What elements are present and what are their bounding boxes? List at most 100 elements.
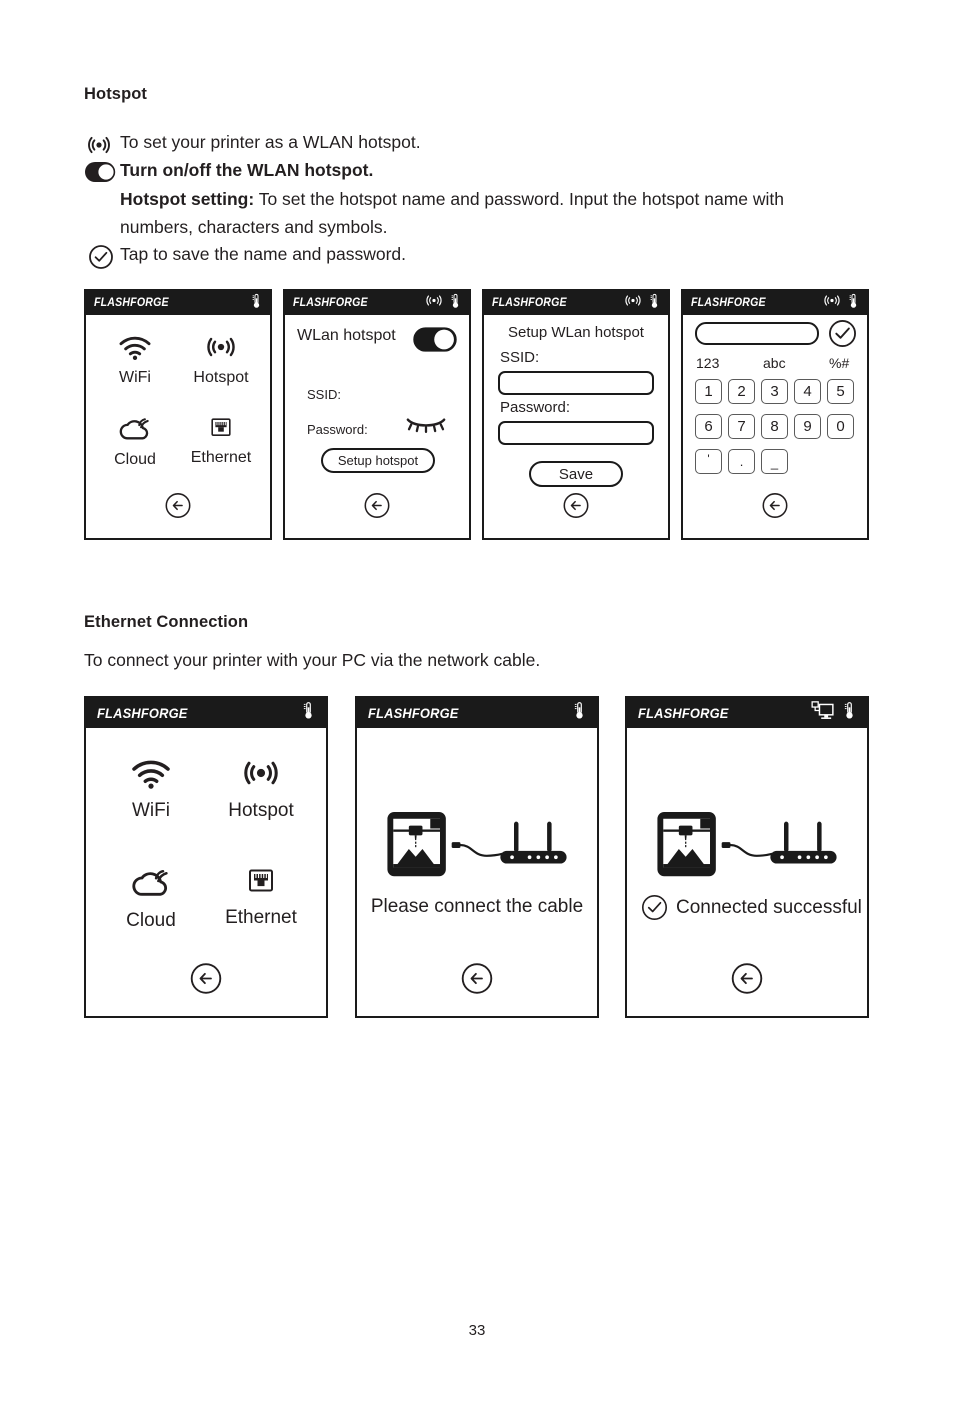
- flashforge-logo: FLASHFORGE: [94, 297, 169, 309]
- tile-label: Cloud: [126, 909, 176, 931]
- titlebar: FLASHFORGE: [627, 698, 867, 728]
- back-button[interactable]: [762, 492, 789, 524]
- flashforge-logo: FLASHFORGE: [492, 297, 567, 309]
- back-button[interactable]: [731, 962, 764, 1000]
- network-tiles: WiFi Hotspot Cloud Ethernet: [92, 333, 264, 469]
- hotspot-setting-line-2: numbers, characters and symbols.: [120, 217, 388, 237]
- key-5[interactable]: 5: [827, 379, 854, 404]
- ethernet-port-icon: [205, 415, 237, 446]
- key-2[interactable]: 2: [728, 379, 755, 404]
- key-0[interactable]: 0: [827, 414, 854, 439]
- status-icons: [251, 293, 262, 314]
- key-3[interactable]: 3: [761, 379, 788, 404]
- hotspot-signal-icon: [202, 333, 240, 366]
- check-circle-icon[interactable]: [828, 319, 857, 353]
- screen-network-menu: FLASHFORGE WiFi Hotspot Cloud Ethernet: [84, 289, 272, 540]
- tile-wifi[interactable]: WiFi: [96, 756, 206, 821]
- page-number: 33: [468, 1322, 486, 1339]
- key-apostrophe[interactable]: ': [695, 449, 722, 474]
- password-input[interactable]: [498, 421, 654, 445]
- ssid-label: SSID:: [500, 349, 540, 366]
- flashforge-logo: FLASHFORGE: [691, 297, 766, 309]
- keypad-mode-symbols[interactable]: %#: [829, 355, 849, 371]
- status-icons: [573, 701, 586, 725]
- tile-ethernet[interactable]: Ethernet: [178, 415, 264, 469]
- back-button[interactable]: [461, 962, 494, 1000]
- tile-hotspot[interactable]: Hotspot: [206, 756, 316, 821]
- check-circle-icon: [88, 244, 114, 270]
- tile-label: WiFi: [132, 800, 170, 821]
- status-icons: [302, 701, 315, 725]
- titlebar: FLASHFORGE: [484, 291, 668, 315]
- section-heading-hotspot: Hotspot: [84, 85, 148, 103]
- thermometer-icon: [843, 701, 856, 725]
- setup-hotspot-button[interactable]: Setup hotspot: [321, 448, 435, 473]
- tile-label: Hotspot: [193, 369, 249, 386]
- key-8[interactable]: 8: [761, 414, 788, 439]
- hotspot-signal-icon: [238, 756, 284, 795]
- password-label: Password:: [307, 422, 368, 437]
- back-button[interactable]: [190, 962, 223, 1000]
- key-period[interactable]: .: [728, 449, 755, 474]
- wifi-icon: [116, 333, 154, 366]
- key-9[interactable]: 9: [794, 414, 821, 439]
- screen-setup-wlan-hotspot: FLASHFORGE Setup WLan hotspot SSID: Pass…: [482, 289, 670, 540]
- screen-title: Setup WLan hotspot: [508, 324, 644, 341]
- keypad-input[interactable]: [695, 322, 819, 345]
- screen-wlan-hotspot: FLASHFORGE WLan hotspot SSID: Password: …: [283, 289, 471, 540]
- hotspot-desc-line-2: Turn on/off the WLAN hotspot.: [120, 160, 374, 180]
- flashforge-logo: FLASHFORGE: [368, 705, 459, 721]
- tile-label: Ethernet: [190, 448, 252, 466]
- key-7[interactable]: 7: [728, 414, 755, 439]
- ssid-input[interactable]: [498, 371, 654, 395]
- ethernet-port-icon: [241, 866, 281, 902]
- titlebar: FLASHFORGE: [357, 698, 597, 728]
- keypad-mode-abc[interactable]: abc: [763, 355, 786, 371]
- password-label: Password:: [500, 399, 571, 416]
- eye-off-icon[interactable]: [405, 413, 447, 440]
- manual-page: Hotspot To set your printer as a WLAN ho…: [0, 0, 954, 1412]
- thermometer-icon: [450, 293, 461, 314]
- ssid-label: SSID:: [307, 387, 341, 402]
- back-button[interactable]: [165, 492, 192, 524]
- toggle-icon: [84, 161, 116, 183]
- key-4[interactable]: 4: [794, 379, 821, 404]
- tile-cloud[interactable]: Cloud: [96, 866, 206, 931]
- tile-cloud[interactable]: Cloud: [92, 415, 178, 469]
- tile-hotspot[interactable]: Hotspot: [178, 333, 264, 387]
- screen-keypad: FLASHFORGE 123 abc %# 1 2 3 4 5 6 7 8 9 …: [681, 289, 869, 540]
- status-icons: [822, 293, 859, 314]
- keypad-mode-123[interactable]: 123: [696, 355, 719, 371]
- thermometer-icon: [573, 701, 586, 725]
- check-circle-icon: [641, 894, 668, 921]
- back-button[interactable]: [364, 492, 391, 524]
- back-button[interactable]: [563, 492, 590, 524]
- key-underscore[interactable]: _: [761, 449, 788, 474]
- wifi-icon: [128, 756, 174, 795]
- tile-label: Cloud: [114, 450, 156, 468]
- hotspot-desc-line-5: Tap to save the name and password.: [120, 244, 407, 264]
- flashforge-logo: FLASHFORGE: [638, 705, 729, 721]
- hotspot-signal-icon: [86, 132, 112, 158]
- screen-connected-successful: FLASHFORGE Connected successful: [625, 696, 869, 1018]
- cloud-icon: [128, 866, 174, 905]
- thermometer-icon: [251, 293, 262, 314]
- printer-router-cable-illustration: [379, 810, 575, 889]
- caption-text: Please connect the cable: [370, 896, 584, 917]
- wlan-hotspot-toggle[interactable]: [413, 327, 457, 357]
- hotspot-setting-line: Hotspot setting: To set the hotspot name…: [120, 189, 784, 210]
- section-heading-ethernet: Ethernet Connection: [84, 613, 249, 631]
- key-6[interactable]: 6: [695, 414, 722, 439]
- screen-title: WLan hotspot: [297, 327, 396, 344]
- key-1[interactable]: 1: [695, 379, 722, 404]
- tile-ethernet[interactable]: Ethernet: [206, 866, 316, 931]
- tile-wifi[interactable]: WiFi: [92, 333, 178, 387]
- thermometer-icon: [649, 293, 660, 314]
- network-tiles: WiFi Hotspot Cloud Ethernet: [96, 756, 316, 931]
- status-icons: [623, 293, 660, 314]
- hotspot-signal-icon: [623, 293, 643, 313]
- save-button[interactable]: Save: [529, 461, 623, 487]
- ethernet-desc-line-1: To connect your printer with your PC via…: [84, 650, 541, 670]
- titlebar: FLASHFORGE: [683, 291, 867, 315]
- caption-text: Connected successful: [676, 896, 862, 918]
